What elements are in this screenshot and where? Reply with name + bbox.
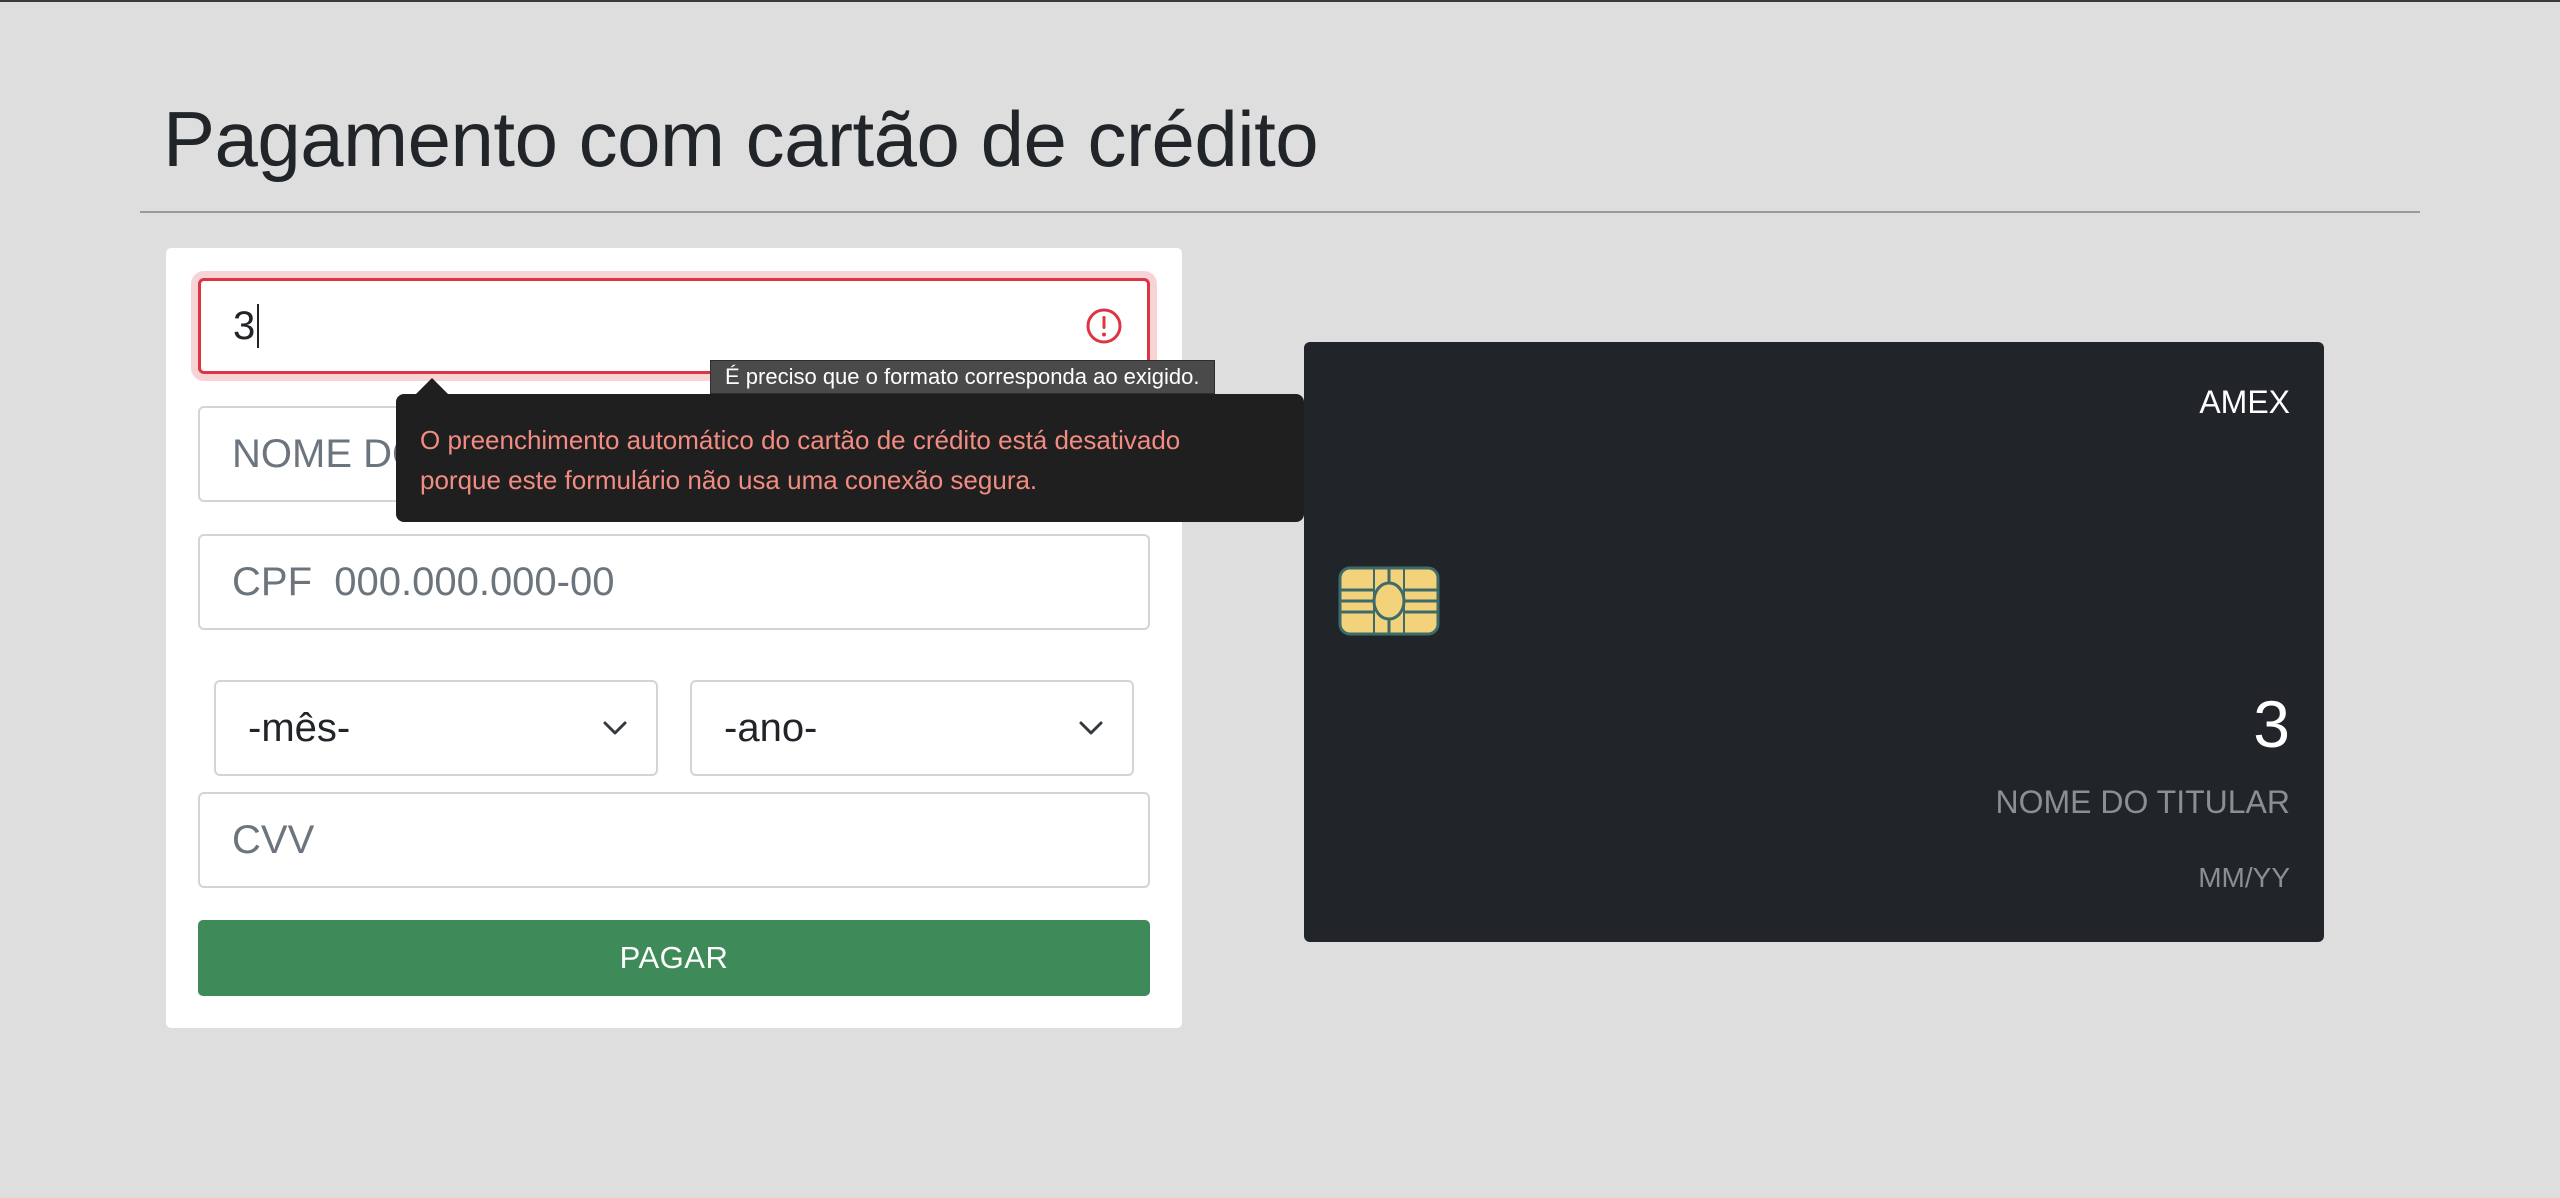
card-brand: AMEX: [2199, 384, 2290, 420]
chevron-down-icon: [603, 721, 627, 735]
cpf-label: CPF: [232, 559, 312, 604]
cvv-placeholder: CVV: [232, 817, 315, 862]
year-select[interactable]: -ano-: [690, 680, 1134, 776]
cpf-placeholder: 000.000.000-00: [334, 559, 615, 604]
year-select-value: -ano-: [724, 705, 818, 750]
validation-tooltip: É preciso que o formato corresponda ao e…: [710, 360, 1215, 394]
autofill-warning-popup: O preenchimento automático do cartão de …: [396, 378, 1304, 522]
card-chip-icon: [1338, 566, 1440, 636]
autofill-warning-line-1: O preenchimento automático do cartão de …: [420, 425, 1181, 455]
card-preview: AMEX 3 NOME DO TITULAR MM/YY: [1304, 342, 2324, 942]
chevron-down-icon: [1079, 721, 1103, 735]
error-circle-icon: [1086, 308, 1122, 344]
holder-name-placeholder: NOME DO: [232, 431, 424, 476]
card-number-value: 3: [233, 303, 256, 348]
autofill-warning-line-2: porque este formulário não usa uma conex…: [420, 465, 1038, 495]
card-number-display: 3: [2253, 687, 2290, 761]
card-expiry-display: MM/YY: [2198, 862, 2290, 893]
pay-button[interactable]: PAGAR: [198, 920, 1150, 996]
cvv-input[interactable]: CVV: [198, 792, 1150, 888]
popup-arrow: [416, 378, 448, 394]
cpf-input[interactable]: CPF 000.000.000-00: [198, 534, 1150, 630]
page: Pagamento com cartão de crédito 3 NOME D…: [0, 0, 2560, 1198]
page-title: Pagamento com cartão de crédito: [163, 95, 1319, 183]
month-select-value: -mês-: [248, 705, 351, 750]
title-divider: [140, 211, 2420, 213]
month-select[interactable]: -mês-: [214, 680, 658, 776]
text-caret: [257, 304, 260, 348]
card-holder-display: NOME DO TITULAR: [1995, 784, 2290, 820]
